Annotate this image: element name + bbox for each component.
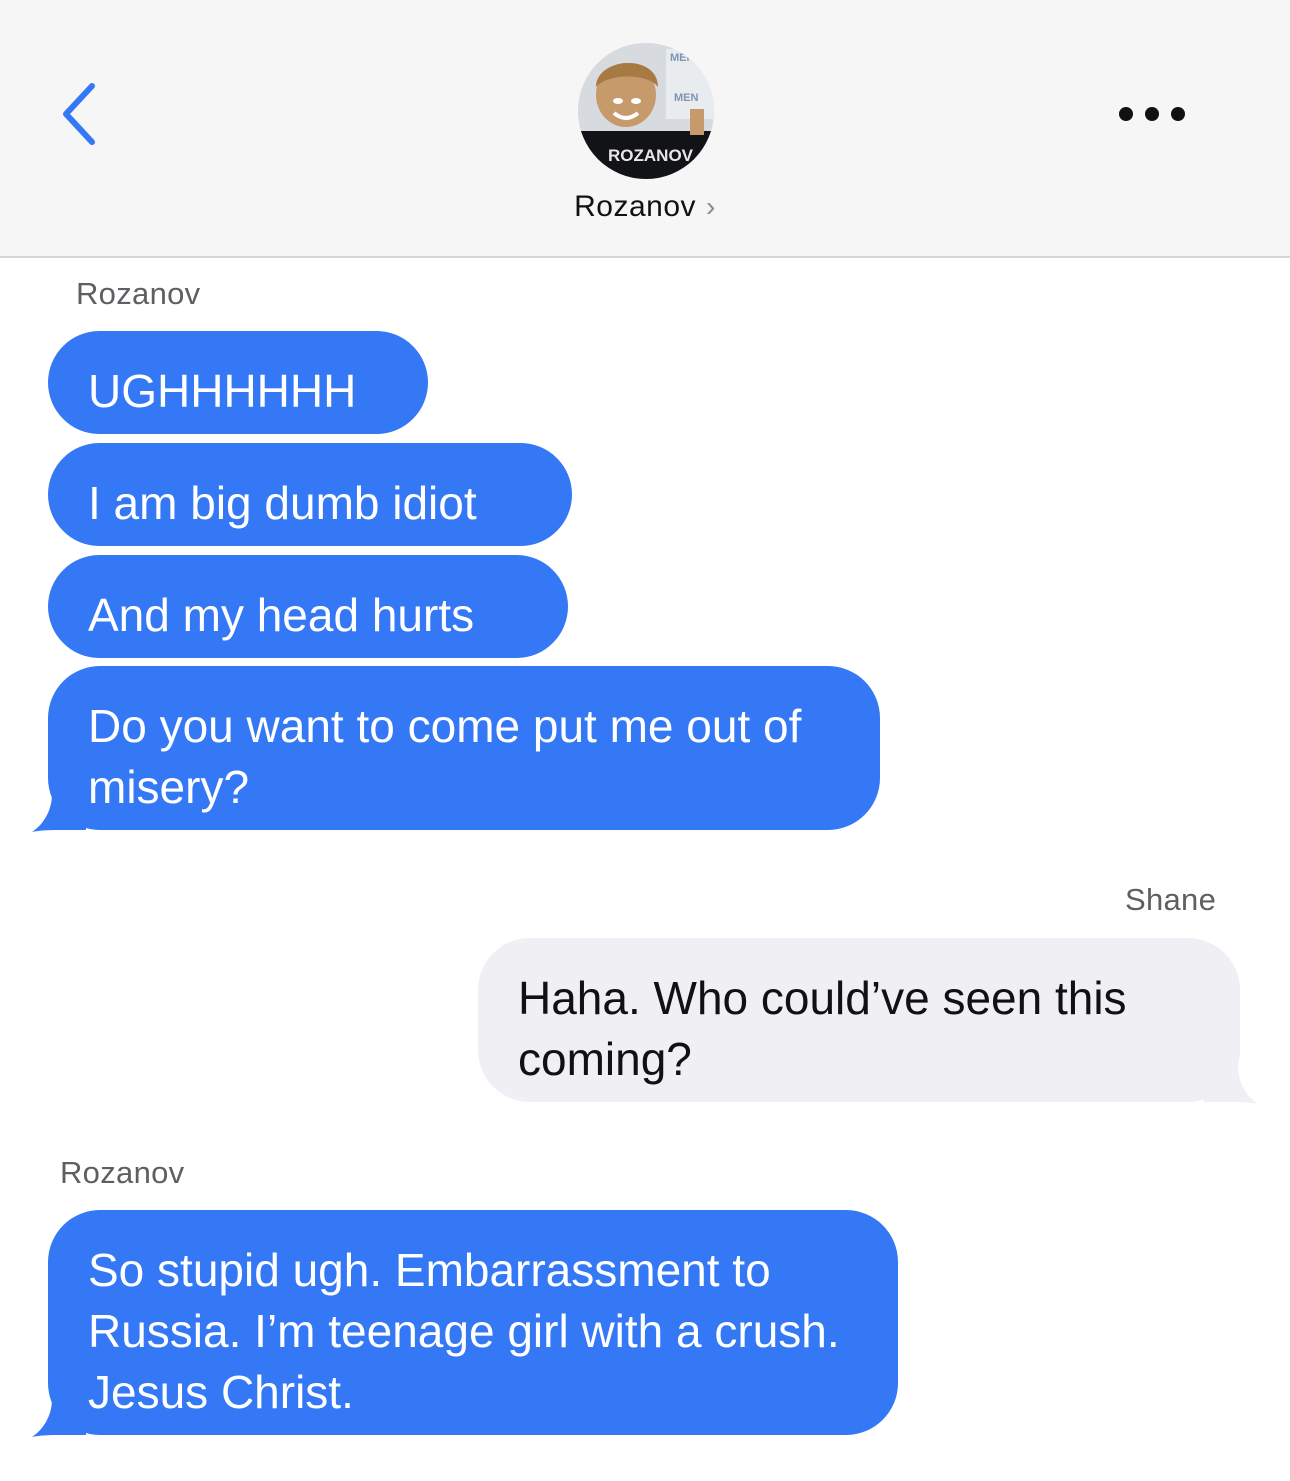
contact-avatar[interactable]: MEN MEN ROZANOV (578, 43, 714, 179)
chevron-right-icon: › (706, 191, 716, 222)
avatar-backdrop-text: MEN (670, 52, 695, 64)
incoming-message[interactable]: Do you want to come put me out of misery… (48, 666, 880, 830)
outgoing-message[interactable]: Haha. Who could’ve seen this coming? (478, 938, 1240, 1102)
outgoing-bubble-tail (1204, 1052, 1258, 1104)
incoming-message[interactable]: And my head hurts (48, 555, 568, 658)
conversation-header: MEN MEN ROZANOV Rozanov › (0, 0, 1290, 258)
svg-text:MEN: MEN (674, 92, 699, 104)
incoming-bubble-tail (32, 1385, 86, 1437)
incoming-message[interactable]: I am big dumb idiot (48, 443, 572, 546)
more-options-button[interactable] (1112, 96, 1192, 132)
sender-name: Rozanov (60, 1155, 185, 1190)
incoming-message[interactable]: So stupid ugh. Embarrassment to Russia. … (48, 1210, 898, 1435)
contact-name: Rozanov (574, 190, 697, 223)
incoming-message[interactable]: UGHHHHHH (48, 331, 428, 434)
contact-name-button[interactable]: Rozanov › (0, 190, 1290, 224)
back-button[interactable] (52, 76, 112, 152)
avatar-jersey-text: ROZANOV (608, 146, 694, 165)
sender-name: Shane (1125, 882, 1217, 917)
avatar-photo: MEN MEN ROZANOV (578, 43, 714, 179)
sender-name: Rozanov (76, 276, 201, 311)
chevron-left-icon (63, 83, 95, 145)
incoming-bubble-tail (32, 780, 86, 832)
ellipsis-icon (1119, 107, 1185, 121)
